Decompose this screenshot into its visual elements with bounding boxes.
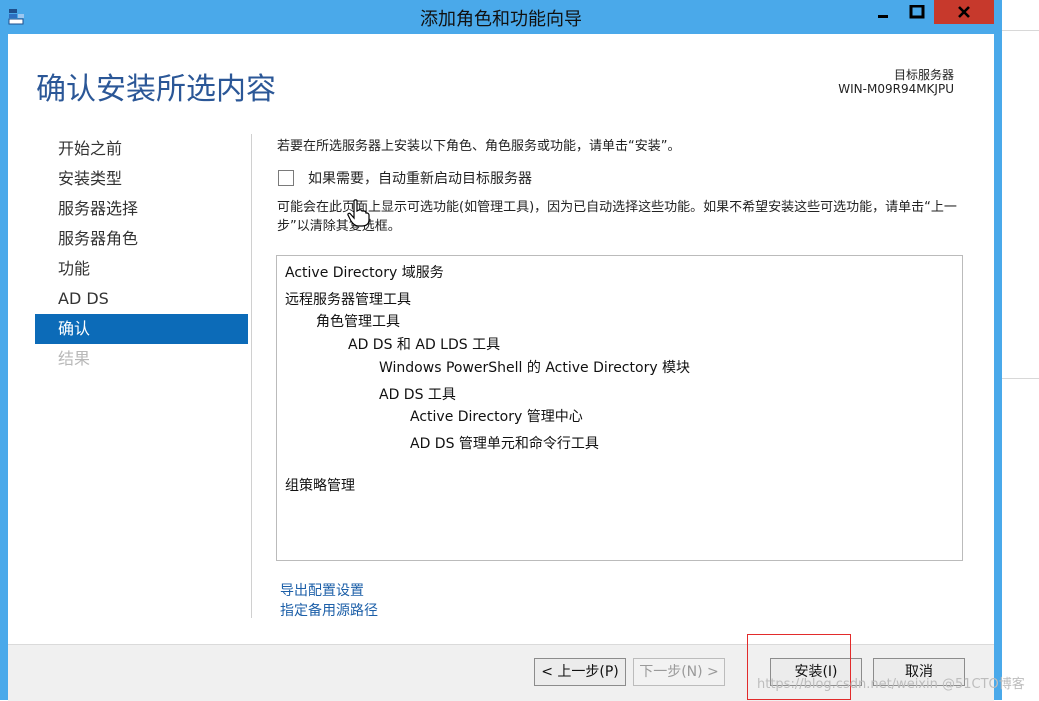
wizard-window: 添加角色和功能向导 确认安装所选内容 目标服务器 WIN-M09R94MKJPU… xyxy=(0,0,1002,701)
nav-item-results: 结果 xyxy=(58,349,91,368)
title-bar[interactable]: 添加角色和功能向导 xyxy=(0,0,1002,34)
wizard-steps-nav: 开始之前 安装类型 服务器选择 服务器角色 功能 AD DS 确认 结果 xyxy=(35,134,248,374)
restart-checkbox-label[interactable]: 如果需要，自动重新启动目标服务器 xyxy=(308,168,532,188)
hand-cursor-icon xyxy=(347,199,370,227)
nav-item-before-you-begin[interactable]: 开始之前 xyxy=(35,134,248,164)
restart-checkbox[interactable] xyxy=(278,170,294,186)
alternate-source-link[interactable]: 指定备用源路径 xyxy=(280,600,378,620)
wizard-content: 确认安装所选内容 目标服务器 WIN-M09R94MKJPU 开始之前 安装类型… xyxy=(8,34,994,701)
background-divider xyxy=(1002,378,1039,379)
nav-item-confirmation[interactable]: 确认 xyxy=(35,314,248,344)
list-item: Windows PowerShell 的 Active Directory 模块 xyxy=(379,360,691,376)
intro-text: 若要在所选服务器上安装以下角色、角色服务或功能，请单击“安装”。 xyxy=(277,139,681,154)
background-divider xyxy=(1002,30,1039,31)
close-button[interactable] xyxy=(934,0,994,24)
list-item: AD DS 和 AD LDS 工具 xyxy=(348,337,501,353)
window-title: 添加角色和功能向导 xyxy=(420,9,582,30)
list-item: 远程服务器管理工具 xyxy=(285,292,411,308)
minimize-button[interactable] xyxy=(866,0,900,24)
page-title: 确认安装所选内容 xyxy=(36,72,276,107)
nav-item-ad-ds[interactable]: AD DS xyxy=(35,284,248,314)
nav-divider xyxy=(251,134,252,618)
maximize-button[interactable] xyxy=(901,0,933,24)
selection-list[interactable]: Active Directory 域服务 远程服务器管理工具 角色管理工具 AD… xyxy=(276,255,963,561)
nav-item-installation-type[interactable]: 安装类型 xyxy=(35,164,248,194)
close-icon xyxy=(958,6,970,18)
minimize-icon xyxy=(878,15,888,18)
list-item: 组策略管理 xyxy=(285,478,355,494)
list-item: 角色管理工具 xyxy=(316,314,400,330)
list-item: Active Directory 管理中心 xyxy=(410,409,583,425)
nav-item-server-selection[interactable]: 服务器选择 xyxy=(35,194,248,224)
list-item: Active Directory 域服务 xyxy=(285,265,444,281)
watermark-text: https://blog.csdn.net/weixin @51CTO博客 xyxy=(757,677,1025,692)
list-item: AD DS 管理单元和命令行工具 xyxy=(410,436,599,452)
export-config-link[interactable]: 导出配置设置 xyxy=(280,580,364,600)
target-server-name: WIN-M09R94MKJPU xyxy=(838,82,954,96)
nav-item-features[interactable]: 功能 xyxy=(35,254,248,284)
maximize-icon xyxy=(909,5,925,19)
target-server-label: 目标服务器 xyxy=(893,68,954,82)
optional-features-note: 可能会在此页面上显示可选功能(如管理工具)，因为已自动选择这些功能。如果不希望安… xyxy=(277,200,957,234)
background-desktop xyxy=(1002,0,1039,700)
restart-option[interactable]: 如果需要，自动重新启动目标服务器 xyxy=(278,168,532,188)
nav-item-server-roles[interactable]: 服务器角色 xyxy=(35,224,248,254)
list-item: AD DS 工具 xyxy=(379,387,456,403)
previous-button[interactable]: < 上一步(P) xyxy=(534,658,626,686)
next-button: 下一步(N) > xyxy=(633,658,725,686)
